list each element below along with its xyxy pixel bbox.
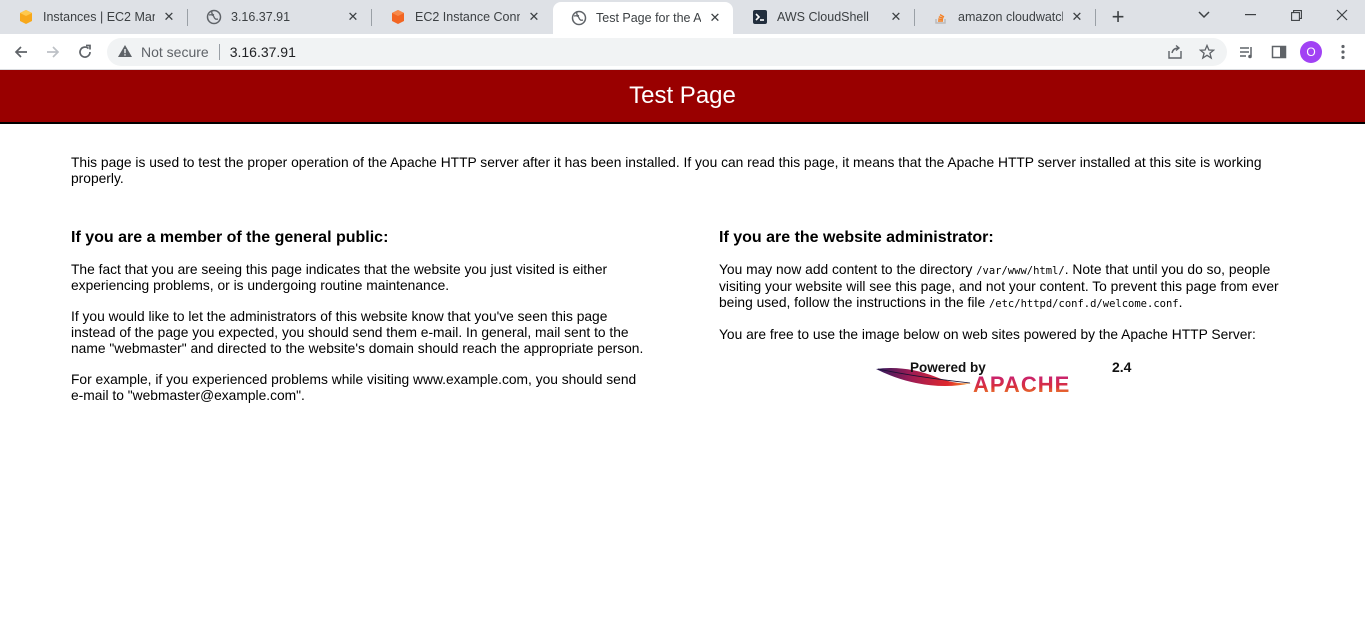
tab-title: amazon cloudwatch - [958, 10, 1063, 24]
globe-icon [206, 9, 222, 25]
admin-text: . [1178, 295, 1183, 310]
side-panel-icon [1271, 45, 1287, 59]
admin-paragraph-2: You are free to use the image below on w… [719, 327, 1256, 342]
browser-toolbar: Not secure 3.16.37.91 O [0, 34, 1365, 70]
forward-button[interactable] [39, 38, 67, 66]
tab-ec2-instance-connect[interactable]: EC2 Instance Connect ✕ [372, 0, 552, 34]
tab-ip[interactable]: 3.16.37.91 ✕ [188, 0, 371, 34]
address-separator [218, 44, 220, 60]
tab-cloudwatch-search[interactable]: amazon cloudwatch - ✕ [915, 0, 1095, 34]
public-paragraph-3: For example, if you experienced problems… [71, 372, 637, 403]
media-control-button[interactable] [1233, 38, 1261, 66]
tab-aws-cloudshell[interactable]: AWS CloudShell ✕ [734, 0, 914, 34]
page-banner: Test Page [0, 70, 1365, 124]
tab-title: Instances | EC2 Manag [43, 10, 155, 24]
public-heading: If you are a member of the general publi… [71, 229, 389, 246]
admin-text: You may now add content to the directory [719, 262, 977, 277]
kebab-menu-icon [1341, 44, 1345, 60]
close-icon[interactable]: ✕ [161, 9, 177, 25]
close-icon [1336, 9, 1348, 21]
terminal-icon [752, 9, 768, 25]
aws-box-icon [390, 9, 406, 25]
tab-ec2-instances[interactable]: Instances | EC2 Manag ✕ [0, 0, 187, 34]
tab-title: 3.16.37.91 [231, 10, 291, 24]
page-title: Test Page [629, 82, 736, 109]
public-paragraph-2: If you would like to let the administrat… [71, 309, 644, 356]
admin-heading: If you are the website administrator: [719, 229, 994, 246]
page-content: This page is used to test the proper ope… [71, 155, 1293, 403]
new-tab-button[interactable]: + [1106, 4, 1130, 29]
minimize-icon [1244, 14, 1256, 16]
aws-box-icon [18, 9, 34, 25]
version-text: 2.4 [1112, 359, 1132, 375]
close-window-button[interactable] [1319, 0, 1365, 30]
playlist-icon [1240, 47, 1252, 59]
menu-button[interactable] [1329, 38, 1357, 66]
restore-button[interactable] [1273, 0, 1319, 30]
minimize-button[interactable] [1227, 0, 1273, 30]
bookmark-button[interactable] [1193, 38, 1221, 66]
arrow-right-icon [47, 46, 60, 58]
intro-paragraph: This page is used to test the proper ope… [71, 155, 1262, 186]
close-icon[interactable]: ✕ [1069, 9, 1085, 25]
address-bar[interactable]: Not secure 3.16.37.91 [107, 38, 1227, 66]
security-label[interactable]: Not secure [141, 44, 209, 60]
reload-button[interactable] [71, 38, 99, 66]
apache-powered-by-logo: Powered by 2.4 APACHE [876, 359, 1132, 395]
share-button[interactable] [1161, 38, 1189, 66]
profile-button[interactable]: O [1297, 38, 1325, 66]
share-icon [1168, 44, 1182, 59]
arrow-left-icon [14, 46, 27, 58]
side-panel-button[interactable] [1265, 38, 1293, 66]
welcome-conf-path: /etc/httpd/conf.d/welcome.conf [988, 298, 1179, 310]
tab-title: Test Page for the Apac [596, 11, 701, 25]
close-icon[interactable]: ✕ [345, 9, 361, 25]
public-paragraph-1: The fact that you are seeing this page i… [71, 262, 608, 293]
close-icon[interactable]: ✕ [707, 10, 723, 26]
avatar[interactable]: O [1300, 41, 1322, 63]
url-text[interactable]: 3.16.37.91 [230, 44, 296, 60]
close-icon[interactable]: ✕ [526, 9, 542, 25]
restore-icon [1290, 9, 1302, 21]
apache-brand-text: APACHE [973, 372, 1070, 395]
close-icon[interactable]: ✕ [888, 9, 904, 25]
tab-title: AWS CloudShell [777, 10, 869, 24]
reload-icon [79, 44, 91, 58]
tab-title: EC2 Instance Connect [415, 10, 520, 24]
admin-paragraph-1: You may now add content to the directory… [719, 262, 1299, 312]
docroot-path: /var/www/html/ [976, 265, 1065, 277]
back-button[interactable] [7, 38, 35, 66]
tab-search-button[interactable] [1181, 0, 1227, 30]
tab-separator [1095, 9, 1096, 26]
star-icon [1199, 44, 1215, 60]
chevron-down-icon [1198, 11, 1210, 19]
globe-icon [571, 10, 587, 26]
public-section: If you are a member of the general publi… [71, 229, 646, 419]
warning-icon[interactable] [117, 44, 133, 61]
tab-test-page[interactable]: Test Page for the Apac ✕ [553, 2, 733, 34]
admin-section: If you are the website administrator: Yo… [719, 229, 1299, 395]
stackoverflow-icon [933, 9, 949, 25]
tab-strip: Instances | EC2 Manag ✕ 3.16.37.91 ✕ EC2… [0, 0, 1365, 34]
